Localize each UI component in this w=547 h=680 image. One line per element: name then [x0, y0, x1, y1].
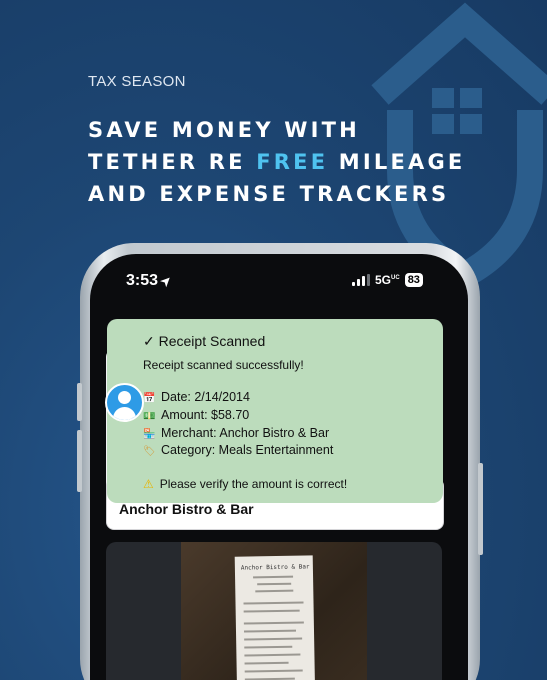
avatar-shoulders	[113, 407, 136, 420]
headline-line-2-start: TETHER RE	[88, 150, 257, 174]
receipt-line	[257, 582, 292, 586]
tag-icon: 🏷	[143, 446, 156, 457]
status-time-text: 3:53	[126, 272, 159, 289]
headline-line-2-end: MILEAGE	[328, 150, 466, 174]
receipt-line	[244, 653, 301, 657]
phone-side-button-left	[77, 383, 82, 421]
headline-line-1: SAVE MONEY WITH	[88, 118, 360, 142]
battery-indicator: 83	[404, 273, 423, 287]
avatar-head	[118, 391, 131, 404]
receipt-line	[244, 645, 293, 649]
phone-side-button-left-2	[77, 430, 82, 492]
toast-warning: ⚠ Please verify the amount is correct!	[143, 477, 347, 491]
toast-message: Receipt scanned successfully!	[143, 358, 304, 372]
status-indicators: 5GUC 83	[352, 273, 423, 287]
promo-poster: TAX SEASON SAVE MONEY WITH TETHER RE FRE…	[0, 0, 547, 680]
toast-date: Date: 2/14/2014	[161, 390, 250, 404]
toast-warning-text: Please verify the amount is correct!	[159, 477, 348, 491]
receipt-photo: Anchor Bistro & Bar	[181, 542, 367, 680]
receipt-line	[244, 661, 289, 665]
toast-category-row: 🏷 Category: Meals Entertainment	[143, 443, 333, 457]
signal-bars-icon	[352, 274, 370, 286]
result-merchant-name: Anchor Bistro & Bar	[119, 501, 254, 517]
network-label: 5G	[375, 273, 392, 287]
receipt-line	[243, 609, 300, 613]
network-type: 5GUC	[375, 273, 400, 287]
status-bar: 3:53➤ 5GUC 83	[90, 254, 468, 314]
receipt-line	[253, 575, 294, 579]
receipt-photo-card[interactable]: Anchor Bistro & Bar	[106, 542, 442, 680]
warning-icon: ⚠	[143, 477, 154, 491]
receipt-line	[243, 601, 304, 605]
money-icon: 💵	[143, 411, 156, 422]
receipt-line	[243, 621, 304, 625]
toast-title: ✓ Receipt Scanned	[143, 333, 266, 349]
status-time: 3:53➤	[126, 272, 175, 290]
headline-line-3: AND EXPENSE TRACKERS	[88, 182, 450, 206]
location-arrow-icon: ➤	[157, 272, 175, 290]
toast-amount: Amount: $58.70	[161, 408, 250, 422]
toast-category: Category: Meals Entertainment	[161, 443, 334, 457]
headline-accent-free: FREE	[256, 150, 329, 174]
receipt-line	[255, 589, 294, 593]
toast-date-row: 📅 Date: 2/14/2014	[143, 390, 250, 404]
toast-amount-row: 💵 Amount: $58.70	[143, 408, 249, 422]
receipt-paper: Anchor Bistro & Bar	[234, 555, 316, 680]
headline: SAVE MONEY WITH TETHER RE FREE MILEAGE A…	[88, 114, 465, 210]
receipt-scanned-toast[interactable]: ✓ Receipt Scanned Receipt scanned succes…	[107, 319, 443, 503]
receipt-line	[243, 629, 297, 633]
store-icon: 🏪	[143, 429, 156, 440]
receipt-line	[244, 669, 303, 673]
phone-power-button	[478, 463, 483, 555]
user-avatar-icon[interactable]	[105, 383, 144, 422]
receipt-header-text: Anchor Bistro & Bar	[240, 563, 310, 572]
network-suffix: UC	[391, 275, 400, 281]
toast-merchant-row: 🏪 Merchant: Anchor Bistro & Bar	[143, 426, 329, 440]
receipt-line	[244, 637, 303, 641]
calendar-icon: 📅	[143, 393, 156, 404]
eyebrow-text: TAX SEASON	[88, 73, 186, 90]
toast-merchant: Merchant: Anchor Bistro & Bar	[161, 426, 330, 440]
